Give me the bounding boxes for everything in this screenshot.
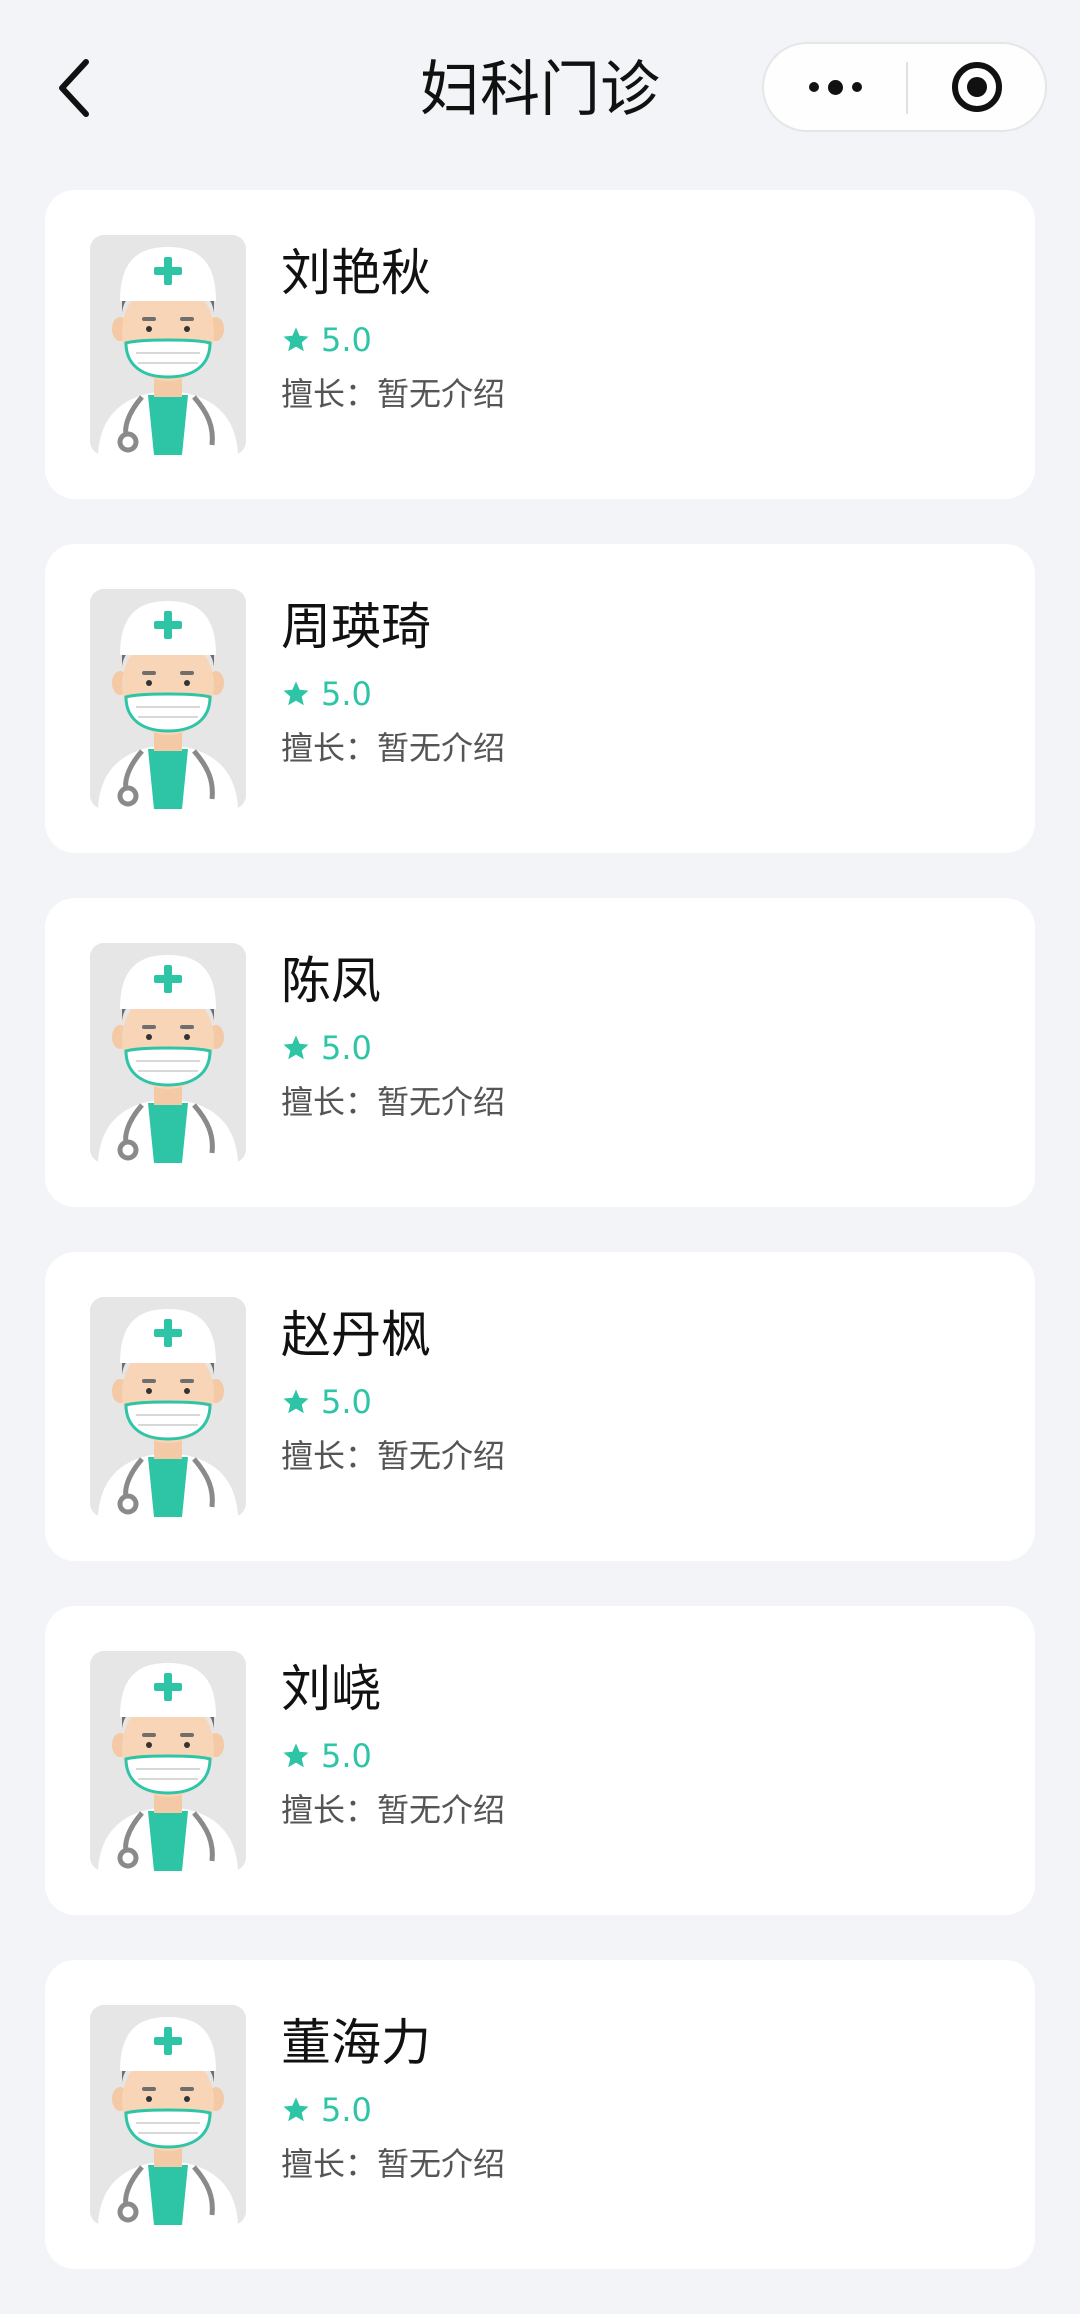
- specialty-label: 擅长：: [281, 1437, 378, 1475]
- doctor-avatar: [90, 1297, 246, 1517]
- star-icon: [283, 1389, 309, 1414]
- doctor-specialty: 擅长：暂无介绍: [281, 374, 505, 414]
- doctor-rating: 5.0: [281, 674, 372, 714]
- star-icon: [283, 2097, 309, 2122]
- specialty-label: 擅长：: [281, 1083, 378, 1121]
- doctor-specialty: 擅长：暂无介绍: [281, 1790, 505, 1830]
- doctor-avatar-icon: [90, 1651, 246, 1871]
- doctor-avatar-icon: [90, 589, 246, 809]
- doctor-card[interactable]: 刘艳秋 5.0 擅长：暂无介绍: [45, 190, 1035, 499]
- doctor-card[interactable]: 陈凤 5.0 擅长：暂无介绍: [45, 898, 1035, 1207]
- doctor-avatar: [90, 1651, 246, 1871]
- doctor-rating: 5.0: [281, 1382, 372, 1422]
- doctor-specialty: 擅长：暂无介绍: [281, 2144, 505, 2184]
- more-dots-icon: [808, 79, 862, 95]
- doctor-avatar-icon: [90, 235, 246, 455]
- rating-value: 5.0: [321, 675, 372, 713]
- rating-value: 5.0: [321, 1737, 372, 1775]
- specialty-label: 擅长：: [281, 729, 378, 767]
- mini-program-capsule: [762, 42, 1047, 132]
- specialty-value: 暂无介绍: [377, 1791, 506, 1829]
- doctor-rating: 5.0: [281, 320, 372, 360]
- doctor-avatar: [90, 943, 246, 1163]
- doctor-list: 刘艳秋 5.0 擅长：暂无介绍 周瑛琦 5.0 擅长：暂无介绍 陈凤 5.0 擅…: [45, 190, 1035, 2314]
- doctor-avatar: [90, 2005, 246, 2225]
- doctor-card[interactable]: 周瑛琦 5.0 擅长：暂无介绍: [45, 544, 1035, 853]
- specialty-value: 暂无介绍: [377, 2145, 506, 2183]
- star-icon: [283, 1035, 309, 1060]
- doctor-card[interactable]: 赵丹枫 5.0 擅长：暂无介绍: [45, 1252, 1035, 1561]
- star-icon: [283, 681, 309, 706]
- specialty-value: 暂无介绍: [377, 729, 506, 767]
- doctor-name: 刘峣: [281, 1660, 381, 1718]
- specialty-value: 暂无介绍: [377, 1083, 506, 1121]
- rating-value: 5.0: [321, 1383, 372, 1421]
- doctor-avatar: [90, 589, 246, 809]
- doctor-rating: 5.0: [281, 1028, 372, 1068]
- navigation-bar: 妇科门诊: [0, 0, 1080, 176]
- doctor-card[interactable]: 刘峣 5.0 擅长：暂无介绍: [45, 1606, 1035, 1915]
- doctor-card[interactable]: 董海力 5.0 擅长：暂无介绍: [45, 1960, 1035, 2269]
- doctor-specialty: 擅长：暂无介绍: [281, 1082, 505, 1122]
- more-button[interactable]: [764, 44, 906, 130]
- doctor-rating: 5.0: [281, 1736, 372, 1776]
- doctor-name: 刘艳秋: [281, 244, 431, 302]
- specialty-label: 擅长：: [281, 1791, 378, 1829]
- close-button[interactable]: [908, 44, 1045, 130]
- doctor-rating: 5.0: [281, 2090, 372, 2130]
- target-close-icon: [951, 62, 1002, 112]
- specialty-label: 擅长：: [281, 375, 378, 413]
- rating-value: 5.0: [321, 1029, 372, 1067]
- star-icon: [283, 327, 309, 352]
- doctor-name: 赵丹枫: [281, 1306, 431, 1364]
- doctor-name: 陈凤: [281, 952, 381, 1010]
- doctor-specialty: 擅长：暂无介绍: [281, 728, 505, 768]
- doctor-name: 董海力: [281, 2014, 431, 2072]
- doctor-name: 周瑛琦: [281, 598, 431, 656]
- rating-value: 5.0: [321, 321, 372, 359]
- rating-value: 5.0: [321, 2091, 372, 2129]
- doctor-avatar-icon: [90, 1297, 246, 1517]
- doctor-specialty: 擅长：暂无介绍: [281, 1436, 505, 1476]
- doctor-avatar-icon: [90, 943, 246, 1163]
- star-icon: [283, 1743, 309, 1768]
- doctor-avatar-icon: [90, 2005, 246, 2225]
- specialty-label: 擅长：: [281, 2145, 378, 2183]
- doctor-avatar: [90, 235, 246, 455]
- specialty-value: 暂无介绍: [377, 375, 506, 413]
- specialty-value: 暂无介绍: [377, 1437, 506, 1475]
